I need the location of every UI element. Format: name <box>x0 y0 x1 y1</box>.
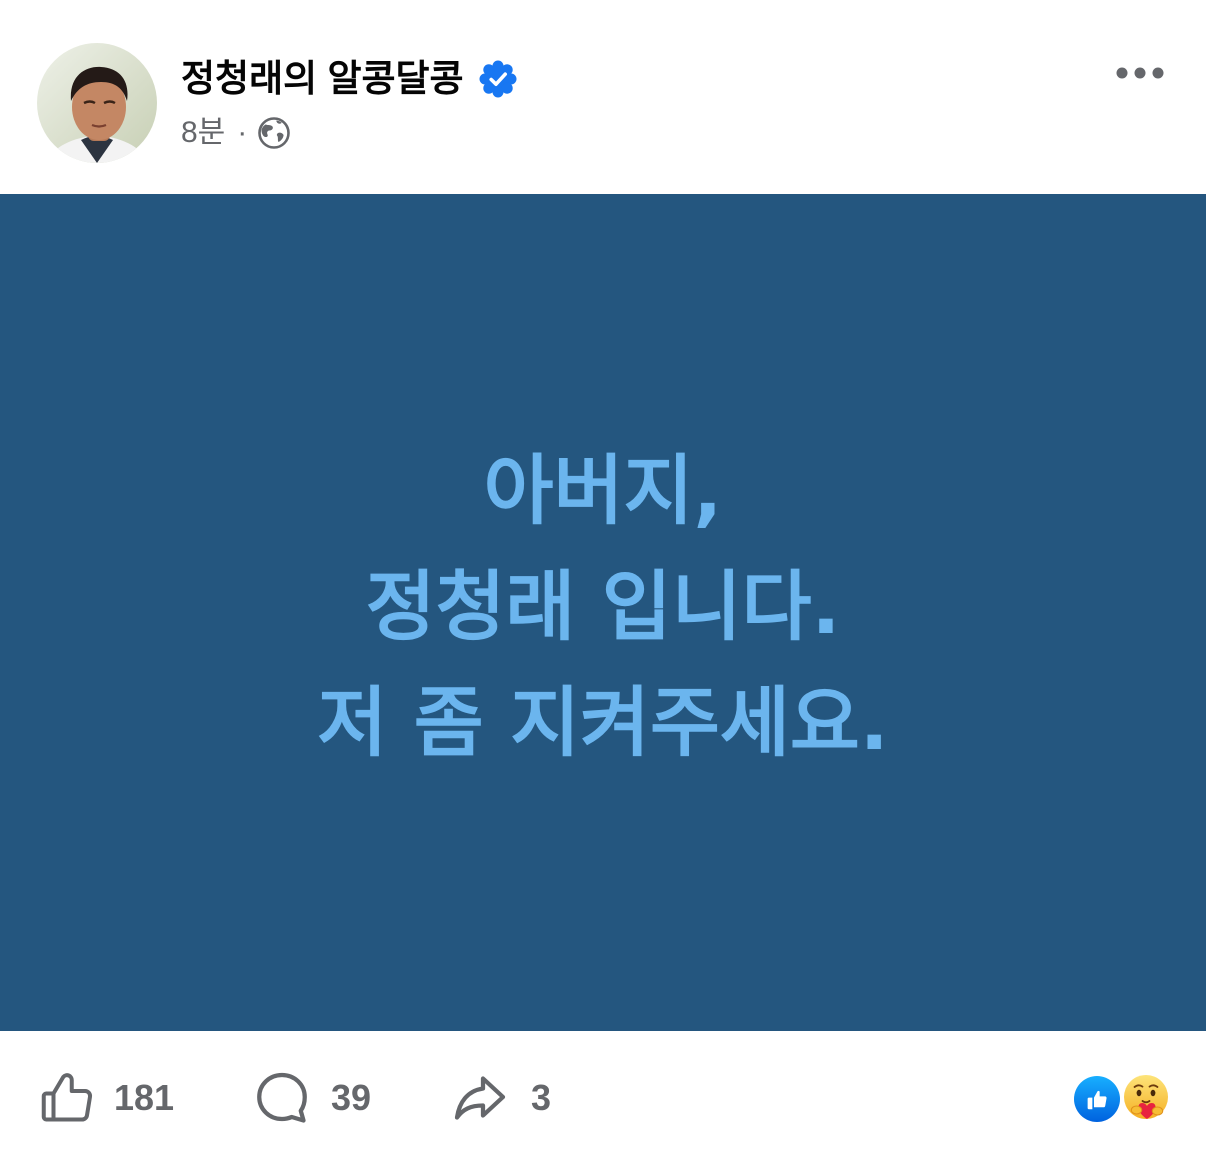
more-options-button[interactable] <box>1110 58 1170 88</box>
like-count[interactable]: 181 <box>114 1078 174 1118</box>
avatar[interactable] <box>37 43 157 163</box>
share-count[interactable]: 3 <box>531 1078 551 1118</box>
thumbs-up-icon[interactable] <box>36 1068 96 1128</box>
post-text-line-1: 아버지, <box>483 445 723 535</box>
post-text-line-3: 저 좀 지켜주세요. <box>317 677 889 767</box>
reactions-summary[interactable] <box>1073 1072 1175 1124</box>
verified-badge-icon <box>479 60 517 98</box>
like-button[interactable]: 181 <box>36 1068 174 1128</box>
profile-photo[interactable] <box>37 43 157 163</box>
post-actions-bar: 181 39 3 <box>0 1031 1206 1155</box>
author-row: 정청래의 알콩달콩 <box>181 56 518 102</box>
author-name[interactable]: 정청래의 알콩달콩 <box>181 56 464 102</box>
more-options-icon[interactable] <box>1110 58 1170 88</box>
post-header: 정청래의 알콩달콩 8분 · <box>0 0 1206 194</box>
share-arrow-icon[interactable] <box>450 1068 510 1128</box>
comment-button[interactable]: 39 <box>252 1068 371 1128</box>
globe-icon <box>258 117 291 149</box>
share-button[interactable]: 3 <box>450 1068 551 1128</box>
post-text-line-2: 정청래 입니다. <box>365 561 841 651</box>
care-reaction-icon[interactable] <box>1120 1072 1172 1124</box>
comment-bubble-icon[interactable] <box>252 1068 312 1128</box>
meta-separator: · <box>237 116 248 149</box>
post-meta: 8분 · <box>181 112 292 154</box>
post-image[interactable]: 아버지, 정청래 입니다. 저 좀 지켜주세요. <box>0 194 1206 1031</box>
timestamp[interactable]: 8분 <box>181 112 225 154</box>
like-reaction-icon[interactable] <box>1073 1075 1121 1123</box>
comment-count[interactable]: 39 <box>331 1078 371 1118</box>
